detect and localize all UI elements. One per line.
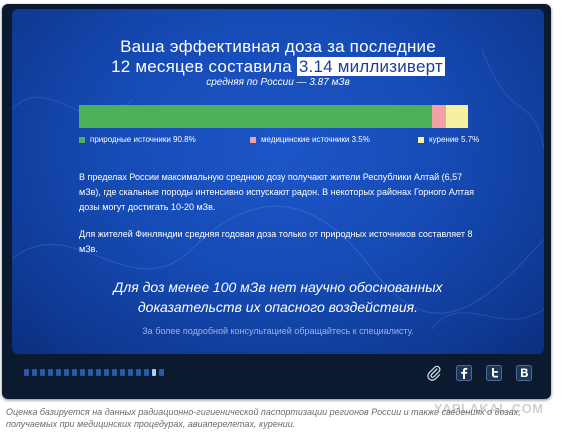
dose-stacked-bar [79,105,468,128]
pagination-dot[interactable] [159,369,164,376]
pagination-dot[interactable] [24,369,29,376]
pagination-dot[interactable] [96,369,101,376]
pagination-dot-active[interactable] [152,369,156,376]
info-paragraph-altai: В пределах России максимальную среднюю д… [79,172,474,212]
legend-item-smoking: курение 5.7% [418,135,479,144]
pagination-dot[interactable] [104,369,109,376]
paperclip-icon[interactable] [426,365,442,381]
claim-line-1: Для доз менее 100 мЗв нет научно обоснов… [113,279,443,295]
bar-segment-medical [432,105,446,128]
pagination-dot[interactable] [64,369,69,376]
dose-panel: Ваша эффективная доза за последние 12 ме… [12,9,544,354]
legend-item-natural: природные источники 90.8% [79,135,196,144]
claim-text: Для доз менее 100 мЗв нет научно обоснов… [12,277,544,317]
legend-label-medical: медицинские источники 3.5% [261,135,370,144]
pagination-dot[interactable] [48,369,53,376]
pagination-dot[interactable] [128,369,133,376]
pagination-dots [24,369,167,376]
consult-note: За более подробной консультацией обращай… [142,326,414,336]
pagination-dot[interactable] [56,369,61,376]
legend-swatch-smoking [418,136,424,143]
legend-swatch-natural [79,136,85,143]
dose-value: 3.14 миллизиверт [296,57,445,76]
legend-swatch-medical [250,136,256,143]
vk-icon[interactable] [516,365,532,381]
legend-item-medical: медицинские источники 3.5% [250,135,370,144]
legend-label-smoking: курение 5.7% [429,135,480,144]
pagination-dot[interactable] [88,369,93,376]
facebook-icon[interactable] [456,365,472,381]
pagination-dot[interactable] [40,369,45,376]
pagination-dot[interactable] [32,369,37,376]
pagination-dot[interactable] [144,369,149,376]
subtitle-average: средняя по России — 3.87 мЗв [206,77,350,88]
pagination-dot[interactable] [72,369,77,376]
bar-segment-smoking [445,105,468,128]
pagination-dot[interactable] [112,369,117,376]
footnote: Оценка базируется на данных радиационно-… [6,407,521,429]
info-paragraph-finland: Для жителей Финляндии средняя годовая до… [79,229,473,254]
twitter-icon[interactable] [486,365,502,381]
legend-label-natural: природные источники 90.8% [90,135,196,144]
pagination-dot[interactable] [136,369,141,376]
pagination-dot[interactable] [80,369,85,376]
claim-line-2: доказательств их опасного воздействия. [137,299,419,315]
dose-widget: Ваша эффективная доза за последние 12 ме… [2,4,551,399]
title-line-2: 12 месяцев составила 3.14 миллизиверт [12,57,544,77]
title-line-1: Ваша эффективная доза за последние [120,37,436,56]
bar-segment-natural [79,105,433,128]
pagination-dot[interactable] [120,369,125,376]
title-line-2-prefix: 12 месяцев составила [111,57,292,76]
